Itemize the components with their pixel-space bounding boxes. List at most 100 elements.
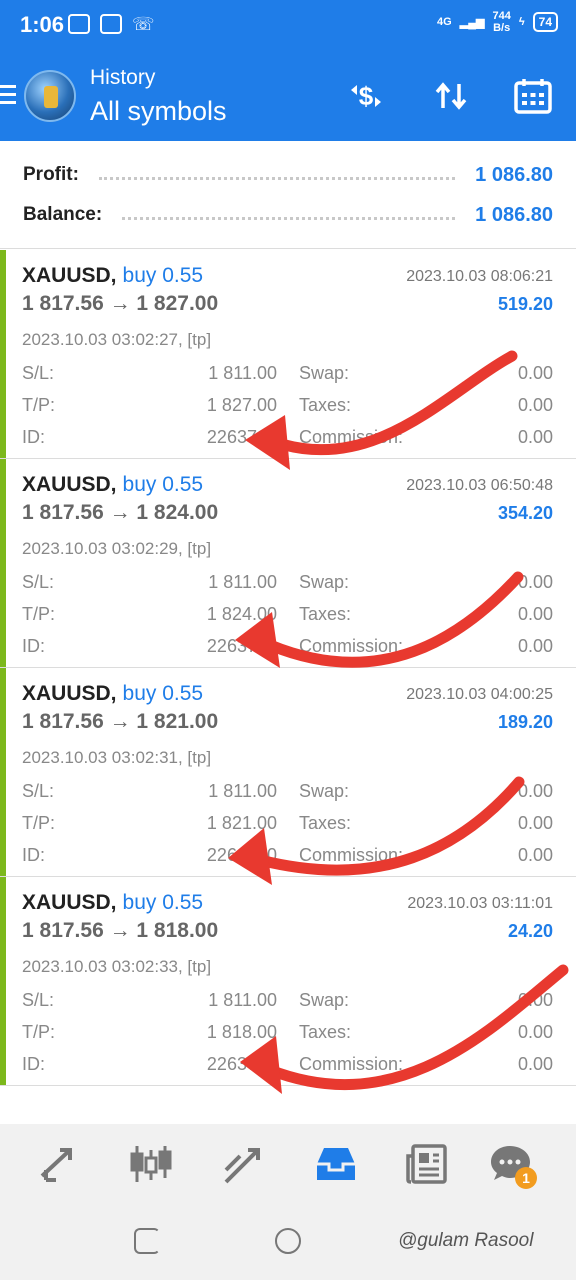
dots-divider [98, 170, 456, 180]
tp-value: 1 827.00 [206, 395, 277, 415]
tp-label: T/P: [22, 813, 56, 833]
buy-indicator-bar [0, 459, 6, 667]
menu-icon[interactable] [0, 85, 16, 109]
id-label: ID: [22, 636, 46, 656]
commission-label: Commission: [299, 427, 404, 447]
trade-side: buy 0.55 [122, 682, 204, 705]
toolbar-subtitle: History [90, 66, 156, 89]
trade-open-time: 2023.10.03 03:02:33, [tp] [22, 957, 212, 976]
trade-open-time: 2023.10.03 03:02:31, [tp] [22, 748, 212, 767]
chat-icon[interactable]: 1 [490, 1142, 537, 1189]
deposit-withdraw-icon[interactable]: $ [346, 76, 386, 116]
commission-value: 0.00 [517, 427, 553, 447]
tp-value: 1 818.00 [206, 1022, 277, 1042]
trade-icon[interactable] [222, 1142, 266, 1186]
net-speed: 744 B/s [492, 10, 510, 34]
toolbar-title[interactable]: All symbols [90, 96, 227, 127]
swap-label: Swap: [299, 572, 350, 592]
taxes-value: 0.00 [517, 395, 553, 415]
trade-profit: 354.20 [497, 503, 553, 523]
history-icon[interactable] [314, 1142, 358, 1186]
status-right: 4G ▂▄▆ 744 B/s ϟ 74 [437, 10, 558, 34]
status-bar: 1:06 ☏ 4G ▂▄▆ 744 B/s ϟ 74 [0, 0, 576, 52]
trade-item[interactable]: XAUUSD, buy 0.55 1 817.56 → 1 827.00 2023… [0, 250, 576, 459]
trade-close-time: 2023.10.03 03:11:01 [407, 895, 553, 912]
dots-divider [122, 210, 456, 220]
svg-text:$: $ [359, 81, 374, 111]
trade-item[interactable]: XAUUSD, buy 0.55 1 817.56 → 1 818.00 2023… [0, 877, 576, 1086]
swap-label: Swap: [299, 990, 350, 1010]
id-value: 2263760 [206, 427, 277, 447]
sl-value: 1 811.00 [208, 990, 277, 1010]
swap-value: 0.00 [517, 781, 553, 801]
profit-value: 1 086.80 [475, 163, 553, 186]
id-label: ID: [22, 427, 46, 447]
trade-side: buy 0.55 [122, 473, 204, 496]
watermark: @gulam Rasool [398, 1230, 534, 1251]
battery-indicator: 74 [532, 12, 558, 32]
taxes-label: Taxes: [299, 1022, 352, 1042]
sl-label: S/L: [22, 363, 55, 383]
balance-value: 1 086.80 [475, 203, 553, 226]
news-icon[interactable] [405, 1142, 449, 1186]
profit-row: Profit: 1 086.80 [23, 160, 553, 190]
trade-item[interactable]: XAUUSD, buy 0.55 1 817.56 → 1 824.00 2023… [0, 459, 576, 668]
tp-label: T/P: [22, 1022, 56, 1042]
trade-profit: 189.20 [497, 712, 553, 732]
charging-icon: ϟ [518, 16, 525, 28]
trade-prices: 1 817.56 → 1 818.00 [22, 919, 219, 942]
trade-close-time: 2023.10.03 04:00:25 [406, 686, 553, 703]
trade-prices: 1 817.56 → 1 821.00 [22, 710, 219, 733]
home-icon[interactable] [275, 1228, 301, 1254]
tp-value: 1 824.00 [206, 604, 277, 624]
recent-apps-icon[interactable] [134, 1228, 160, 1254]
trade-symbol: XAUUSD, buy 0.55 [22, 891, 204, 914]
trade-profit: 519.20 [497, 294, 553, 314]
buy-indicator-bar [0, 877, 6, 1085]
chart-icon[interactable] [129, 1142, 173, 1186]
commission-value: 0.00 [517, 845, 553, 865]
summary-panel: Profit: 1 086.80 Balance: 1 086.80 [0, 141, 576, 249]
trade-profit: 24.20 [507, 921, 553, 941]
swap-value: 0.00 [517, 363, 553, 383]
trade-side: buy 0.55 [122, 264, 204, 287]
app-toolbar: History All symbols $ [0, 52, 576, 141]
taxes-value: 0.00 [517, 813, 553, 833]
sl-label: S/L: [22, 572, 55, 592]
swap-value: 0.00 [517, 990, 553, 1010]
taxes-label: Taxes: [299, 395, 352, 415]
chat-badge-count: 1 [522, 1170, 530, 1186]
taxes-value: 0.00 [517, 1022, 553, 1042]
swap-value: 0.00 [517, 572, 553, 592]
taxes-value: 0.00 [517, 604, 553, 624]
trade-item[interactable]: XAUUSD, buy 0.55 1 817.56 → 1 821.00 2023… [0, 668, 576, 877]
trade-prices: 1 817.56 → 1 827.00 [22, 292, 219, 315]
balance-row: Balance: 1 086.80 [23, 200, 553, 230]
taxes-label: Taxes: [299, 604, 352, 624]
commission-label: Commission: [299, 636, 404, 656]
trade-open-time: 2023.10.03 03:02:29, [tp] [22, 539, 212, 558]
sort-icon[interactable] [431, 76, 471, 116]
swap-label: Swap: [299, 781, 350, 801]
grid-icon [100, 14, 122, 34]
trade-side: buy 0.55 [122, 891, 204, 914]
trade-symbol: XAUUSD, buy 0.55 [22, 473, 204, 496]
call-forward-icon: ☏ [132, 14, 155, 34]
id-value: 2263760 [206, 845, 277, 865]
trade-open-time: 2023.10.03 03:02:27, [tp] [22, 330, 212, 349]
swap-label: Swap: [299, 363, 350, 383]
network-label: 4G [437, 16, 452, 28]
quotes-icon[interactable] [36, 1142, 80, 1186]
sl-label: S/L: [22, 781, 55, 801]
profit-label: Profit: [23, 164, 79, 185]
trade-symbol: XAUUSD, buy 0.55 [22, 264, 204, 287]
taxes-label: Taxes: [299, 813, 352, 833]
bottom-nav: 1 [0, 1124, 576, 1204]
calendar-icon[interactable] [513, 76, 553, 116]
trade-symbol: XAUUSD, buy 0.55 [22, 682, 204, 705]
status-icons: ☏ [68, 14, 155, 34]
sl-value: 1 811.00 [208, 363, 277, 383]
id-value: 2263760 [206, 1054, 277, 1074]
commission-label: Commission: [299, 1054, 404, 1074]
sl-label: S/L: [22, 990, 55, 1010]
